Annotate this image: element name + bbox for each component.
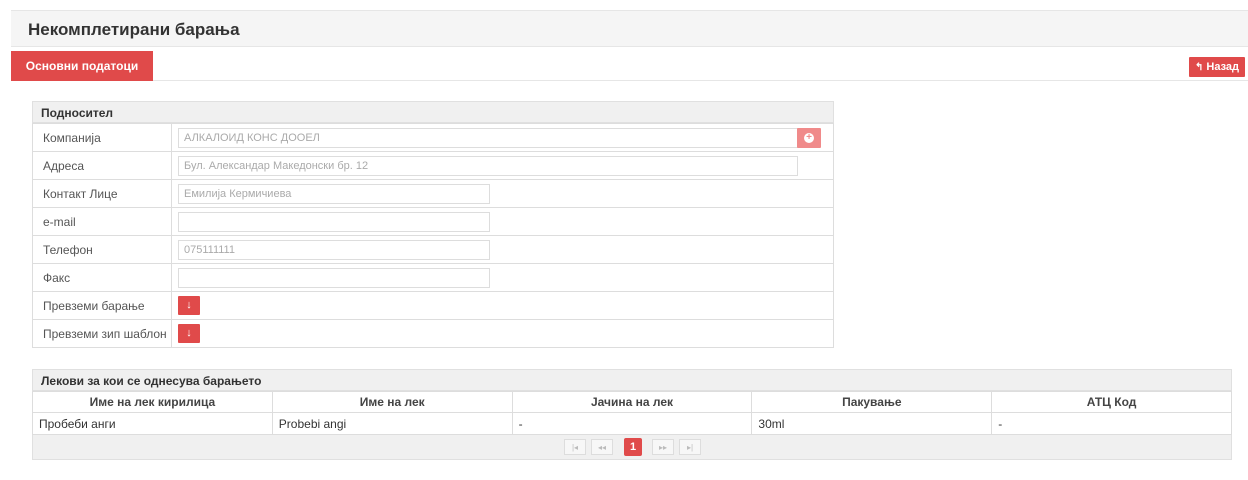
form-row-email: e-mail	[32, 207, 834, 236]
fax-field[interactable]	[178, 267, 490, 288]
table-cell: -	[991, 412, 1232, 435]
pagination: |◂ ◂◂ 1 ▸▸ ▸|	[32, 435, 1232, 460]
next-page-button[interactable]: ▸▸	[652, 439, 674, 455]
drugs-panel: Лекови за кои се однесува барањето Име н…	[32, 369, 1232, 460]
tab-basic-data[interactable]: Основни податоци	[11, 51, 153, 81]
page-header: Некомплетирани барања	[11, 10, 1248, 47]
last-page-button[interactable]: ▸|	[679, 439, 701, 455]
form-row-phone: Телефон 075111111	[32, 235, 834, 264]
form-row-download-zip: Превземи зип шаблон ↓	[32, 319, 834, 348]
form-row-company: Компанија АЛКАЛОИД КОНС ДООЕЛ +	[32, 123, 834, 152]
table-header-row: Име на лек кирилица Име на лек Јачина на…	[32, 391, 1232, 413]
form-row-download-request: Превземи барање ↓	[32, 291, 834, 320]
phone-field[interactable]: 075111111	[178, 239, 490, 260]
current-page-button[interactable]: 1	[624, 438, 642, 456]
form-row-contact: Контакт Лице Емилија Кермичиева	[32, 179, 834, 208]
address-field[interactable]: Бул. Александар Македонски бр. 12	[178, 155, 798, 176]
download-zip-button[interactable]: ↓	[178, 324, 200, 343]
add-company-button[interactable]: +	[797, 128, 821, 148]
column-header[interactable]: Пакување	[751, 391, 993, 413]
company-field[interactable]: АЛКАЛОИД КОНС ДООЕЛ	[178, 127, 798, 148]
back-button[interactable]: ↰ Назад	[1189, 57, 1245, 77]
email-field[interactable]	[178, 211, 490, 232]
page-title: Некомплетирани барања	[28, 20, 240, 39]
column-header[interactable]: Име на лек	[271, 391, 513, 413]
download-request-label: Превземи барање	[32, 291, 172, 320]
form-row-address: Адреса Бул. Александар Македонски бр. 12	[32, 151, 834, 180]
download-zip-label: Превземи зип шаблон	[32, 319, 172, 348]
table-cell: Пробеби анги	[32, 412, 273, 435]
table-cell: -	[511, 412, 753, 435]
company-label: Компанија	[32, 123, 172, 152]
applicant-form: Компанија АЛКАЛОИД КОНС ДООЕЛ + Адреса Б…	[32, 123, 834, 348]
download-icon: ↓	[186, 299, 192, 311]
back-arrow-icon: ↰	[1194, 62, 1204, 73]
email-label: e-mail	[32, 207, 172, 236]
download-request-button[interactable]: ↓	[178, 296, 200, 315]
contact-field[interactable]: Емилија Кермичиева	[178, 183, 490, 204]
contact-label: Контакт Лице	[32, 179, 172, 208]
address-label: Адреса	[32, 151, 172, 180]
table-cell: 30ml	[751, 412, 993, 435]
drugs-heading: Лекови за кои се однесува барањето	[32, 369, 1232, 391]
table-row[interactable]: Пробеби анги Probebi angi - 30ml -	[32, 412, 1232, 435]
drugs-table: Име на лек кирилица Име на лек Јачина на…	[32, 391, 1232, 435]
tab-bar: Основни податоци	[11, 51, 1248, 81]
prev-page-button[interactable]: ◂◂	[591, 439, 613, 455]
back-button-label: Назад	[1206, 61, 1239, 73]
phone-label: Телефон	[32, 235, 172, 264]
fax-label: Факс	[32, 263, 172, 292]
plus-circle-icon: +	[804, 133, 814, 143]
first-page-button[interactable]: |◂	[564, 439, 586, 455]
column-header[interactable]: АТЦ Код	[991, 391, 1232, 413]
applicant-heading: Подносител	[32, 101, 834, 123]
form-row-fax: Факс	[32, 263, 834, 292]
download-icon: ↓	[186, 327, 192, 339]
table-cell: Probebi angi	[271, 412, 513, 435]
column-header[interactable]: Јачина на лек	[511, 391, 753, 413]
column-header[interactable]: Име на лек кирилица	[32, 391, 273, 413]
applicant-panel: Подносител Компанија АЛКАЛОИД КОНС ДООЕЛ…	[32, 101, 834, 348]
